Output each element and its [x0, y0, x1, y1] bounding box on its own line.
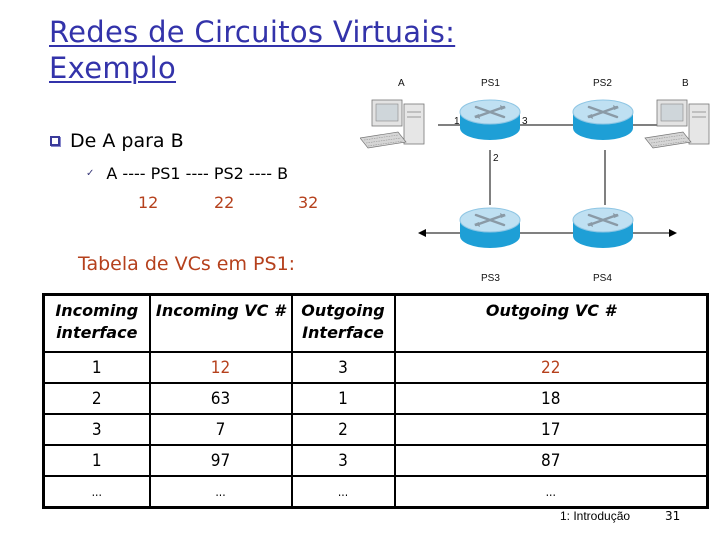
- square-bullet-icon: [50, 136, 60, 146]
- arrow-right-icon: [669, 229, 677, 237]
- footer-chapter: 1: Introdução: [560, 509, 631, 523]
- bullet-text: De A para B: [70, 130, 184, 152]
- vc-number-ps1-ps2: 22: [214, 193, 235, 212]
- network-diagram: A B PS1 PS2 PS3 PS4 1 2 3: [360, 78, 710, 284]
- vc-number-a-ps1: 12: [138, 193, 159, 212]
- ps1-port-2-label: 2: [493, 153, 499, 164]
- table-row: 1 12 3 22: [42, 351, 709, 384]
- table-header-row: Incoming interface Incoming VC # Outgoin…: [42, 293, 709, 353]
- sub-bullet-item: ✓ A ---- PS1 ---- PS2 ---- B: [86, 164, 288, 183]
- header-incoming-vc: Incoming VC #: [148, 293, 293, 353]
- cell-outgoing-interface: 1: [290, 382, 396, 415]
- header-outgoing-vc: Outgoing VC #: [393, 293, 709, 353]
- sub-bullet-text: A ---- PS1 ---- PS2 ---- B: [106, 164, 289, 183]
- cell-incoming-vc: ...: [148, 475, 293, 509]
- host-a-computer-icon: [360, 99, 425, 149]
- router-ps1-label: PS1: [481, 78, 500, 89]
- cell-incoming-interface: 2: [42, 382, 151, 415]
- table-row: ... ... ... ...: [42, 475, 709, 509]
- router-ps3-label: PS3: [481, 273, 500, 284]
- table-row: 1 97 3 87: [42, 444, 709, 477]
- cell-outgoing-interface: 3: [290, 351, 396, 384]
- cell-incoming-vc: 97: [148, 444, 293, 477]
- ps1-port-3-label: 3: [522, 116, 528, 127]
- router-ps4-icon: [571, 206, 635, 250]
- page-number: 31: [665, 509, 681, 523]
- cell-incoming-interface: 1: [42, 444, 151, 477]
- cell-incoming-interface: 3: [42, 413, 151, 446]
- cell-outgoing-interface: ...: [290, 475, 396, 509]
- cell-outgoing-vc: 18: [393, 382, 709, 415]
- vc-number-ps2-b: 32: [298, 193, 319, 212]
- host-b-computer-icon: [644, 99, 710, 149]
- table-row: 3 7 2 17: [42, 413, 709, 446]
- cell-outgoing-interface: 2: [290, 413, 396, 446]
- cell-incoming-interface: ...: [42, 475, 151, 509]
- arrow-left-icon: [418, 229, 426, 237]
- bullet-item: De A para B: [50, 130, 184, 152]
- cell-outgoing-vc: 87: [393, 444, 709, 477]
- ps1-port-1-label: 1: [454, 116, 460, 127]
- host-b-label: B: [682, 78, 689, 89]
- cell-outgoing-vc: 17: [393, 413, 709, 446]
- router-ps2-label: PS2: [593, 78, 612, 89]
- cell-outgoing-vc: ...: [393, 475, 709, 509]
- cell-incoming-vc: 7: [148, 413, 293, 446]
- host-a-label: A: [398, 78, 405, 89]
- cell-incoming-vc: 12: [148, 351, 293, 384]
- vc-table: Incoming interface Incoming VC # Outgoin…: [42, 293, 709, 509]
- cell-incoming-interface: 1: [42, 351, 151, 384]
- router-ps3-icon: [458, 206, 522, 250]
- header-incoming-interface: Incoming interface: [42, 293, 151, 353]
- cell-incoming-vc: 63: [148, 382, 293, 415]
- table-caption: Tabela de VCs em PS1:: [78, 253, 296, 275]
- router-ps2-icon: [571, 98, 635, 142]
- header-outgoing-interface: Outgoing Interface: [290, 293, 396, 353]
- cell-outgoing-interface: 3: [290, 444, 396, 477]
- table-row: 2 63 1 18: [42, 382, 709, 415]
- slide-title-line-1: Redes de Circuitos Virtuais:: [49, 15, 456, 49]
- router-ps4-label: PS4: [593, 273, 612, 284]
- checkmark-icon: ✓: [86, 168, 95, 179]
- router-ps1-icon: [458, 98, 522, 142]
- cell-outgoing-vc: 22: [393, 351, 709, 384]
